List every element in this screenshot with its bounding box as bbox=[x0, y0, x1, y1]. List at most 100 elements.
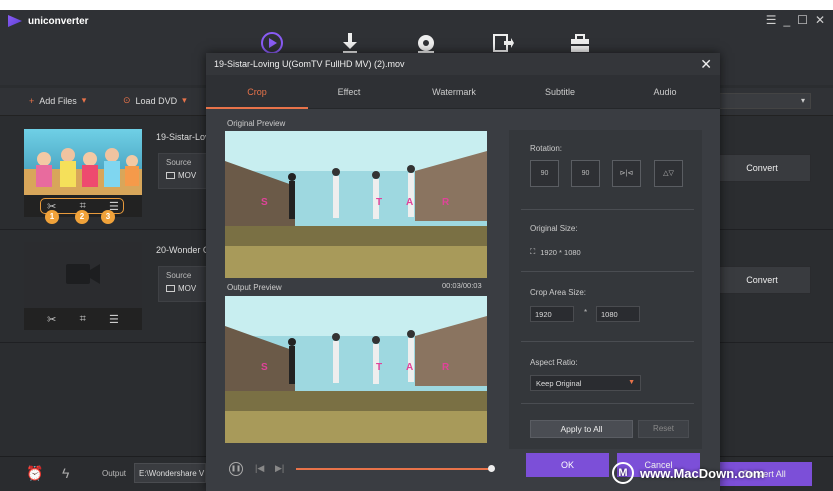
source-format: MOV bbox=[166, 284, 200, 293]
crop-settings-panel: Rotation: 90 90 ⊳|⊲ △▽ Original Size: ⛶ … bbox=[509, 130, 702, 449]
progress-handle[interactable] bbox=[488, 465, 495, 472]
preview-letter: S bbox=[261, 362, 268, 373]
tab-effect[interactable]: Effect bbox=[298, 75, 400, 109]
minimize-icon[interactable]: _ bbox=[783, 13, 790, 27]
original-preview-label: Original Preview bbox=[227, 119, 286, 128]
load-dvd-label: Load DVD bbox=[135, 95, 178, 106]
preview-letter: R bbox=[442, 197, 450, 208]
chevron-down-icon: ▾ bbox=[182, 95, 187, 105]
tab-crop[interactable]: Crop bbox=[206, 75, 308, 109]
close-icon[interactable]: ✕ bbox=[815, 13, 825, 27]
preview-letter: A bbox=[406, 197, 414, 208]
size-separator: * bbox=[584, 308, 588, 317]
thumbnail-placeholder bbox=[24, 242, 142, 308]
film-icon bbox=[166, 285, 175, 292]
dialog-tabs: Crop Effect Watermark Subtitle Audio bbox=[206, 75, 720, 109]
load-dvd-button[interactable]: ⊙ Load DVD ▾ bbox=[123, 95, 187, 106]
maximize-icon[interactable]: ☐ bbox=[797, 13, 808, 27]
add-files-label: Add Files bbox=[39, 95, 77, 106]
preview-letter: T bbox=[376, 197, 383, 208]
pause-icon[interactable]: ❚❚ bbox=[229, 462, 243, 476]
convert-button[interactable]: Convert bbox=[713, 154, 811, 182]
file-name: 19-Sistar-Lov bbox=[156, 132, 210, 142]
rotate-clockwise-icon[interactable]: 90 bbox=[571, 160, 600, 187]
divider bbox=[521, 209, 694, 210]
edit-tools: ✂ ⌗ ☰ bbox=[24, 308, 142, 330]
divider bbox=[521, 341, 694, 342]
output-label: Output bbox=[102, 469, 127, 478]
convert-button[interactable]: Convert bbox=[713, 266, 811, 294]
output-preview-label: Output Preview bbox=[227, 283, 282, 292]
output-format-dropdown[interactable]: ▾ bbox=[719, 93, 811, 109]
preview-letter: R bbox=[442, 362, 450, 373]
original-size: ⛶ 1920 * 1080 bbox=[530, 247, 581, 257]
flip-horizontal-icon[interactable]: ⊳|⊲ bbox=[612, 160, 641, 187]
source-info: Source MOV bbox=[158, 266, 208, 302]
dialog-title-bar: 19-Sistar-Loving U(GomTV FullHD MV) (2).… bbox=[206, 53, 720, 75]
output-preview: S T A R bbox=[225, 296, 487, 443]
watermark-text: www.MacDown.com bbox=[640, 465, 765, 481]
reset-button[interactable]: Reset bbox=[638, 420, 689, 438]
app-name: uniconverter bbox=[28, 15, 89, 27]
divider bbox=[521, 271, 694, 272]
crop-height-input[interactable]: 1080 bbox=[596, 306, 640, 322]
tab-subtitle[interactable]: Subtitle bbox=[509, 75, 611, 109]
previous-icon[interactable]: |◀ bbox=[255, 463, 264, 474]
plus-icon: + bbox=[29, 95, 35, 106]
divider bbox=[521, 403, 694, 404]
output-path-field[interactable]: E:\Wondershare V bbox=[134, 463, 206, 483]
video-thumbnail[interactable]: ✂ ⌗ ☰ bbox=[24, 129, 142, 217]
ok-button[interactable]: OK bbox=[526, 453, 609, 477]
aspect-ratio-label: Aspect Ratio: bbox=[530, 358, 578, 367]
crop-width-input[interactable]: 1920 bbox=[530, 306, 574, 322]
preview-letter: S bbox=[261, 197, 268, 208]
add-files-button[interactable]: + Add Files ▾ bbox=[29, 95, 86, 106]
flip-vertical-icon[interactable]: △▽ bbox=[654, 160, 683, 187]
chevron-down-icon: ▾ bbox=[81, 95, 87, 105]
video-thumbnail[interactable]: ✂ ⌗ ☰ bbox=[24, 242, 142, 330]
preview-letter: A bbox=[406, 362, 414, 373]
alarm-clock-icon[interactable]: ⏰ bbox=[26, 465, 43, 482]
site-watermark: M www.MacDown.com bbox=[612, 462, 764, 484]
next-icon[interactable]: ▶| bbox=[275, 463, 284, 474]
annotation-badge: 3 bbox=[101, 210, 115, 224]
film-icon bbox=[166, 172, 175, 179]
format-value: MOV bbox=[178, 284, 197, 293]
crop-area-label: Crop Area Size: bbox=[530, 288, 587, 297]
annotation-badge: 2 bbox=[75, 210, 89, 224]
source-label: Source bbox=[166, 271, 192, 280]
format-value: MOV bbox=[178, 171, 197, 180]
tab-watermark[interactable]: Watermark bbox=[403, 75, 505, 109]
progress-bar[interactable] bbox=[296, 468, 491, 470]
window-controls: ☰ _ ☐ ✕ bbox=[766, 13, 825, 27]
thumbnail-image bbox=[24, 129, 142, 195]
source-label: Source bbox=[166, 158, 192, 167]
source-info: Source MOV bbox=[158, 153, 208, 189]
tab-audio[interactable]: Audio bbox=[614, 75, 716, 109]
expand-icon: ⛶ bbox=[530, 247, 536, 256]
timecode: 00:03/00:03 bbox=[442, 281, 482, 290]
lightning-icon[interactable]: ϟ bbox=[62, 465, 69, 481]
apply-to-all-button[interactable]: Apply to All bbox=[530, 420, 633, 438]
original-size-label: Original Size: bbox=[530, 224, 578, 233]
rotate-counterclockwise-icon[interactable]: 90 bbox=[530, 160, 559, 187]
player-controls: ❚❚ |◀ ▶| bbox=[206, 455, 506, 479]
rotation-label: Rotation: bbox=[530, 144, 563, 153]
preview-letter: T bbox=[376, 362, 383, 373]
chevron-down-icon: ▾ bbox=[800, 96, 805, 105]
close-icon[interactable]: ✕ bbox=[700, 56, 712, 73]
dialog-title: 19-Sistar-Loving U(GomTV FullHD MV) (2).… bbox=[214, 59, 405, 69]
original-size-value: 1920 * 1080 bbox=[540, 247, 581, 257]
edit-dialog: 19-Sistar-Loving U(GomTV FullHD MV) (2).… bbox=[206, 53, 720, 491]
menu-icon[interactable]: ☰ bbox=[766, 13, 777, 27]
dvd-icon: ⊙ bbox=[123, 95, 131, 105]
crop-icon[interactable]: ⌗ bbox=[80, 313, 86, 326]
source-format: MOV bbox=[166, 171, 200, 180]
chevron-down-icon: ▼ bbox=[628, 379, 635, 386]
trim-icon[interactable]: ✂ bbox=[47, 313, 56, 326]
effects-icon[interactable]: ☰ bbox=[109, 313, 119, 326]
aspect-ratio-select[interactable]: Keep Original ▼ bbox=[530, 375, 641, 391]
original-preview[interactable]: S T A R bbox=[225, 131, 487, 278]
aspect-ratio-value: Keep Original bbox=[536, 379, 582, 388]
annotation-badge: 1 bbox=[45, 210, 59, 224]
